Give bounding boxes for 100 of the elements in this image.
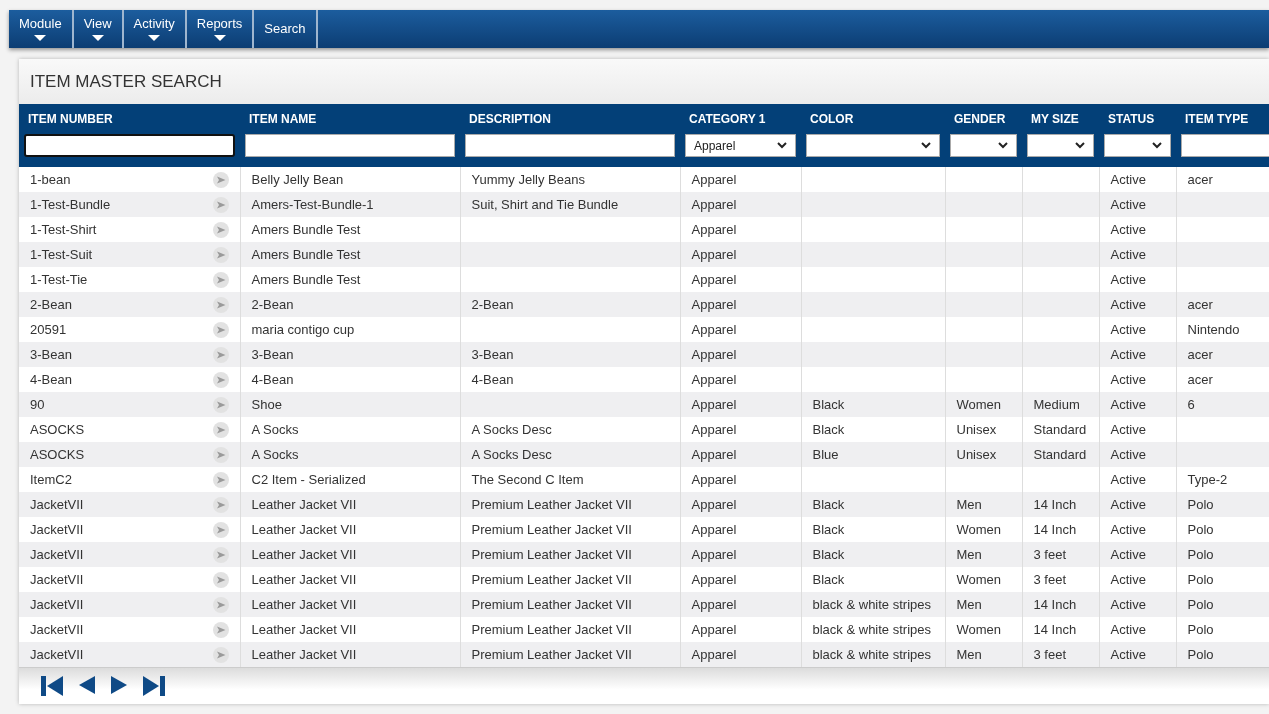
next-page-icon[interactable] [111,676,127,694]
table-cell: Polo [1187,622,1214,637]
menu-item[interactable]: Module [9,10,74,48]
table-cell: Apparel [691,397,737,412]
column-header: ITEM TYPE [1185,112,1249,126]
table-cell: black & white stripes [812,597,931,612]
filter-dropdown[interactable] [806,134,940,157]
table-cell: Unisex [956,447,997,462]
table-cell: 3-Bean [251,347,294,362]
table-cell: JacketVII [30,522,84,537]
table-cell: Women [956,522,1002,537]
table-cell: Apparel [691,422,737,437]
table-cell: Active [1110,322,1146,337]
table-cell: Apparel [691,347,737,362]
filter-dropdown[interactable] [950,134,1017,157]
table-cell: Apparel [691,222,737,237]
table-cell: acer [1187,347,1213,362]
table-cell: Black [812,572,845,587]
table-cell: Active [1110,572,1146,587]
caret-icon [148,35,161,41]
table-cell: Standard [1033,422,1087,437]
panel-title: ITEM MASTER SEARCH [30,71,222,92]
table-cell: Premium Leather Jacket VII [471,622,632,637]
table-cell: Black [812,397,845,412]
table-cell: Polo [1187,597,1214,612]
table-cell: JacketVII [30,547,84,562]
table-cell: Active [1110,422,1146,437]
table-cell: 4-Bean [471,372,514,387]
table-cell: C2 Item - Serialized [251,472,366,487]
table-cell: Active [1110,222,1146,237]
table-cell: Polo [1187,572,1214,587]
menu-item[interactable]: Reports [186,10,255,48]
previous-page-icon[interactable] [79,676,95,694]
table-cell: Polo [1187,522,1214,537]
table-cell: Women [956,622,1002,637]
filter-field[interactable] [465,134,675,157]
caret-icon [91,35,104,41]
table-cell: Nintendo [1187,322,1240,337]
table-cell: JacketVII [30,497,84,512]
table-cell: Black [812,422,845,437]
chevron-icon [1152,142,1162,149]
filter-dropdown[interactable] [1027,134,1094,157]
table-cell: Premium Leather Jacket VII [471,547,632,562]
table-cell: maria contigo cup [251,322,355,337]
table-cell: Amers Bundle Test [251,247,361,262]
table-cell: 6 [1187,397,1195,412]
menu-item[interactable]: Activity [123,10,187,48]
filter-field[interactable] [245,134,455,157]
filter-field[interactable] [1181,134,1269,157]
table-cell: 1-Test-Tie [30,272,88,287]
first-page-icon[interactable] [41,676,63,696]
table-cell: 2-Bean [251,297,294,312]
table-cell: Active [1110,372,1146,387]
table-cell: Leather Jacket VII [251,547,357,562]
table-cell: Standard [1033,447,1087,462]
filter-field[interactable] [24,134,235,157]
table-cell: A Socks [251,447,299,462]
table-cell: Unisex [956,422,997,437]
table-cell: Active [1110,172,1146,187]
table-cell: Black [812,497,845,512]
chevron-icon [1075,142,1085,149]
table-cell: Active [1110,397,1146,412]
table-cell: Active [1110,497,1146,512]
menu-item[interactable]: View [73,10,124,48]
chevron-icon [998,142,1008,149]
table-cell: Active [1110,272,1146,287]
table-cell: Apparel [691,447,737,462]
table-cell: Men [956,497,982,512]
column-header: ITEM NUMBER [28,112,113,126]
table-cell: 3 feet [1033,572,1067,587]
table-cell: Apparel [691,522,737,537]
table-cell: Amers-Test-Bundle-1 [251,197,374,212]
table-cell: The Second C Item [471,472,584,487]
column-header: MY SIZE [1031,112,1079,126]
table-cell: Polo [1187,497,1214,512]
table-cell: Men [956,547,982,562]
table-cell: 14 Inch [1033,622,1077,637]
table-cell: Apparel [691,472,737,487]
column-header: DESCRIPTION [469,112,551,126]
table-cell: Polo [1187,547,1214,562]
table-cell: JacketVII [30,597,84,612]
table-cell: 1-Test-Bundle [30,197,111,212]
table-cell: Leather Jacket VII [251,497,357,512]
table-cell: 3 feet [1033,647,1067,662]
table-cell: 4-Bean [30,372,72,387]
table-cell: Active [1110,447,1146,462]
table-cell: JacketVII [30,622,84,637]
filter-dropdown[interactable] [1104,134,1171,157]
menu-item[interactable]: Search [254,10,318,48]
filter-dropdown[interactable]: Apparel [685,134,796,157]
table-cell: 1-Test-Shirt [30,222,97,237]
table-cell: acer [1187,172,1213,187]
table-cell: Men [956,647,982,662]
table-cell: Apparel [691,322,737,337]
last-page-icon[interactable] [143,676,165,696]
table-cell: Leather Jacket VII [251,597,357,612]
table-cell: A Socks [251,422,299,437]
table-cell: Suit, Shirt and Tie Bundle [471,197,619,212]
table-cell: Active [1110,547,1146,562]
table-cell: ASOCKS [30,447,85,462]
